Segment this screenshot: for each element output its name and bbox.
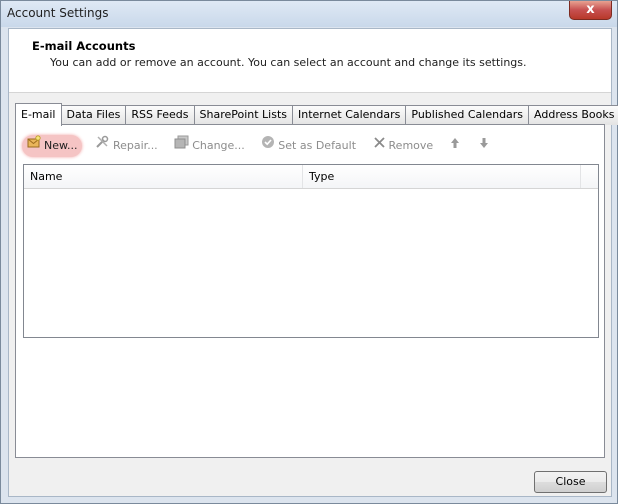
remove-label: Remove	[388, 139, 434, 152]
tab-sharepoint-lists[interactable]: SharePoint Lists	[193, 105, 294, 125]
tab-rss-feeds[interactable]: RSS Feeds	[125, 105, 195, 125]
header-pane: E-mail Accounts You can add or remove an…	[9, 29, 611, 93]
tab-published-calendars[interactable]: Published Calendars	[405, 105, 530, 125]
list-header: Name Type	[24, 165, 598, 189]
page-title: E-mail Accounts	[32, 39, 136, 53]
change-label: Change...	[192, 139, 245, 152]
tab-strip: E-mail Data Files RSS Feeds SharePoint List…	[15, 103, 618, 126]
account-settings-window: Account Settings x E-mail Accounts You c…	[0, 0, 618, 504]
move-down-button[interactable]	[475, 135, 496, 157]
dialog-body: E-mail Accounts You can add or remove an…	[8, 28, 618, 497]
arrow-up-icon	[450, 135, 460, 157]
move-up-button[interactable]	[446, 135, 467, 157]
tab-internet-calendars[interactable]: Internet Calendars	[292, 105, 407, 125]
tab-email[interactable]: E-mail	[15, 103, 62, 126]
new-account-label: New...	[44, 139, 78, 152]
change-button[interactable]: Change...	[170, 135, 249, 157]
window-close-button[interactable]: x	[569, 1, 612, 20]
tab-address-books[interactable]: Address Books	[528, 105, 618, 125]
column-header-filler	[581, 165, 598, 188]
new-account-icon	[27, 135, 41, 157]
account-toolbar: New... Repair... Change... Set as Defaul…	[22, 135, 501, 159]
repair-label: Repair...	[112, 139, 158, 152]
arrow-down-icon	[479, 135, 489, 157]
close-icon: x	[586, 2, 595, 17]
tab-data-files[interactable]: Data Files	[60, 105, 127, 125]
column-header-name[interactable]: Name	[24, 165, 303, 188]
wrench-icon	[95, 135, 110, 157]
checkmark-icon	[261, 135, 275, 157]
page-description: You can add or remove an account. You ca…	[50, 56, 527, 69]
set-as-default-button[interactable]: Set as Default	[257, 135, 360, 157]
set-as-default-label: Set as Default	[278, 139, 357, 152]
title-bar: Account Settings x	[1, 1, 617, 27]
window-title: Account Settings	[7, 6, 109, 20]
close-button[interactable]: Close	[534, 471, 607, 493]
new-account-button[interactable]: New...	[22, 135, 83, 157]
change-icon	[174, 135, 189, 157]
column-header-type[interactable]: Type	[303, 165, 581, 188]
remove-button[interactable]: Remove	[369, 135, 438, 157]
remove-x-icon	[373, 135, 386, 157]
email-tab-panel: New... Repair... Change... Set as Defaul…	[15, 124, 605, 458]
accounts-list[interactable]: Name Type	[23, 164, 599, 338]
repair-button[interactable]: Repair...	[91, 135, 162, 157]
